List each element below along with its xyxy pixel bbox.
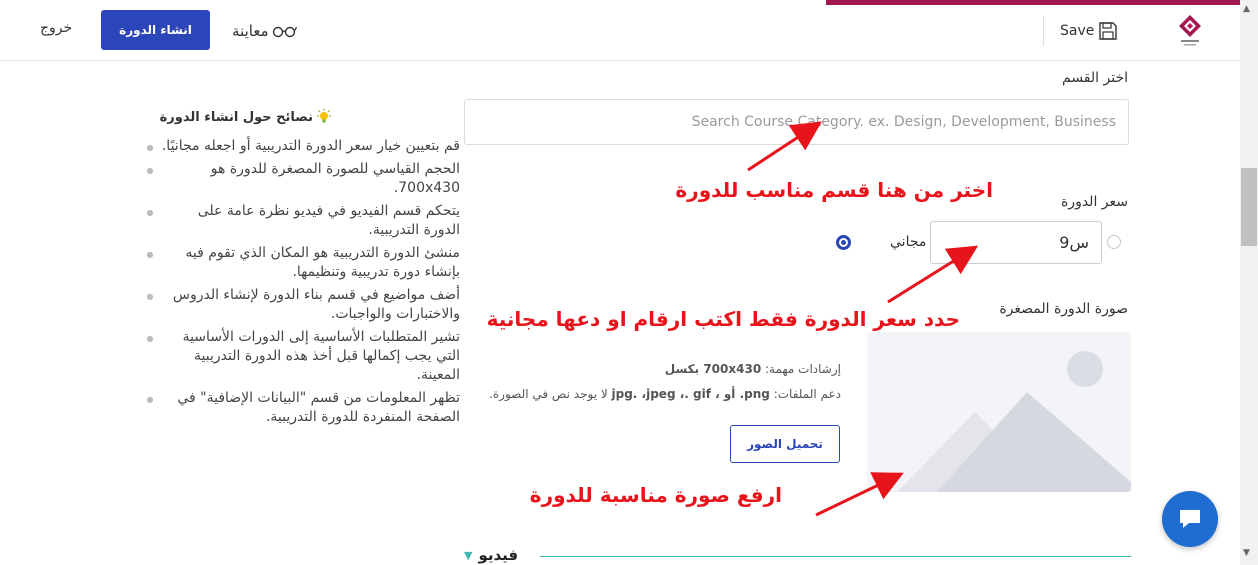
bullet-icon: ● xyxy=(146,208,154,217)
upload-guideline-size: 700x430 بكسل xyxy=(664,362,762,376)
tip-item: تشير المتطلبات الأساسية إلى الدورات الأس… xyxy=(110,328,461,385)
tip-item: منشئ الدورة التدريبية هو المكان الذي تقو… xyxy=(110,244,461,282)
annotation-category: اختر من هنا قسم مناسب للدورة xyxy=(675,178,993,202)
tip-text: تشير المتطلبات الأساسية إلى الدورات الأس… xyxy=(182,329,460,383)
bullet-icon: ● xyxy=(146,166,154,175)
video-heading: فيديو xyxy=(478,546,519,564)
video-section-divider xyxy=(540,556,1131,557)
tip-text: الحجم القياسي للصورة المصغرة للدورة هو 7… xyxy=(210,161,460,196)
upload-guideline-text: إرشادات مهمة: 700x430 بكسل xyxy=(665,362,841,376)
video-section-toggle[interactable]: ▼ فيديو xyxy=(464,546,518,564)
upload-formats-prefix: دعم الملفات: xyxy=(769,387,841,401)
scroll-down-arrow-icon[interactable]: ▼ xyxy=(1243,548,1250,558)
bullet-icon: ● xyxy=(146,395,154,404)
tips-title: نصائح حول انشاء الدورة xyxy=(160,108,333,126)
preview-button[interactable]: معاينة xyxy=(232,17,297,45)
category-search-input[interactable] xyxy=(464,99,1129,145)
tip-item: يتحكم قسم الفيديو في فيديو نظرة عامة على… xyxy=(110,202,461,240)
paid-price-radio[interactable] xyxy=(1107,235,1121,249)
tip-text: تظهر المعلومات من قسم "البيانات الإضافية… xyxy=(177,390,460,425)
bullet-icon: ● xyxy=(146,334,154,343)
lightbulb-icon xyxy=(317,108,331,123)
bullet-icon: ● xyxy=(146,143,154,152)
caret-down-icon: ▼ xyxy=(464,548,473,562)
exit-button[interactable]: خروج xyxy=(40,20,72,36)
tips-title-text: نصائح حول انشاء الدورة xyxy=(159,109,313,125)
tip-item: أضف مواضيع في قسم بناء الدورة لإنشاء الد… xyxy=(110,286,461,324)
floppy-disk-icon xyxy=(1099,22,1118,40)
save-button[interactable]: Save xyxy=(1060,17,1119,45)
upload-formats-text: دعم الملفات: png. أو ، jpg. ،jpeg ،. gif… xyxy=(489,387,841,401)
category-label: اختر القسم xyxy=(1062,70,1128,86)
free-option-label: مجاني xyxy=(890,234,927,250)
scrollbar-thumb[interactable] xyxy=(1241,168,1257,246)
page-scrollbar[interactable] xyxy=(1240,0,1258,565)
price-input[interactable] xyxy=(930,221,1102,264)
thumbnail-label: صورة الدورة المصغرة xyxy=(999,301,1128,317)
tips-list: قم بتعيين خيار سعر الدورة التدريبية أو ا… xyxy=(110,137,461,431)
chat-button[interactable] xyxy=(1162,491,1218,547)
upload-formats-list: png. أو ، jpg. ،jpeg ،. gif xyxy=(611,387,770,401)
price-label: سعر الدورة xyxy=(1060,194,1128,210)
image-placeholder-icon xyxy=(897,351,1131,492)
glasses-icon xyxy=(272,26,297,38)
tip-text: قم بتعيين خيار سعر الدورة التدريبية أو ا… xyxy=(161,138,460,154)
bullet-icon: ● xyxy=(146,292,154,301)
tip-text: أضف مواضيع في قسم بناء الدورة لإنشاء الد… xyxy=(172,287,460,322)
tip-item: تظهر المعلومات من قسم "البيانات الإضافية… xyxy=(110,389,461,427)
scroll-up-arrow-icon[interactable]: ▲ xyxy=(1243,4,1250,14)
upload-formats-suffix: لا يوجد نص في الصورة. xyxy=(489,387,612,401)
save-label: Save xyxy=(1060,23,1095,39)
chat-bubble-icon xyxy=(1180,510,1200,528)
top-accent-bar xyxy=(826,0,1240,5)
tip-item: قم بتعيين خيار سعر الدورة التدريبية أو ا… xyxy=(110,137,461,156)
site-logo[interactable] xyxy=(1175,13,1205,47)
upload-image-button[interactable]: تحميل الصور xyxy=(730,425,840,463)
bullet-icon: ● xyxy=(146,250,154,259)
header-divider xyxy=(0,60,1240,61)
header-separator xyxy=(1043,16,1044,46)
upload-guideline-prefix: إرشادات مهمة: xyxy=(761,362,841,376)
logo-icon xyxy=(1179,15,1201,46)
annotation-image: ارفع صورة مناسبة للدورة xyxy=(529,483,782,507)
annotation-price: حدد سعر الدورة فقط اكتب ارقام او دعها مج… xyxy=(486,307,960,331)
thumbnail-preview xyxy=(867,332,1131,492)
tip-item: الحجم القياسي للصورة المصغرة للدورة هو 7… xyxy=(110,160,461,198)
free-price-radio[interactable] xyxy=(836,235,851,250)
create-course-button[interactable]: انشاء الدورة xyxy=(101,10,210,50)
tip-text: يتحكم قسم الفيديو في فيديو نظرة عامة على… xyxy=(197,203,460,238)
preview-label: معاينة xyxy=(232,22,269,40)
tip-text: منشئ الدورة التدريبية هو المكان الذي تقو… xyxy=(185,245,460,280)
